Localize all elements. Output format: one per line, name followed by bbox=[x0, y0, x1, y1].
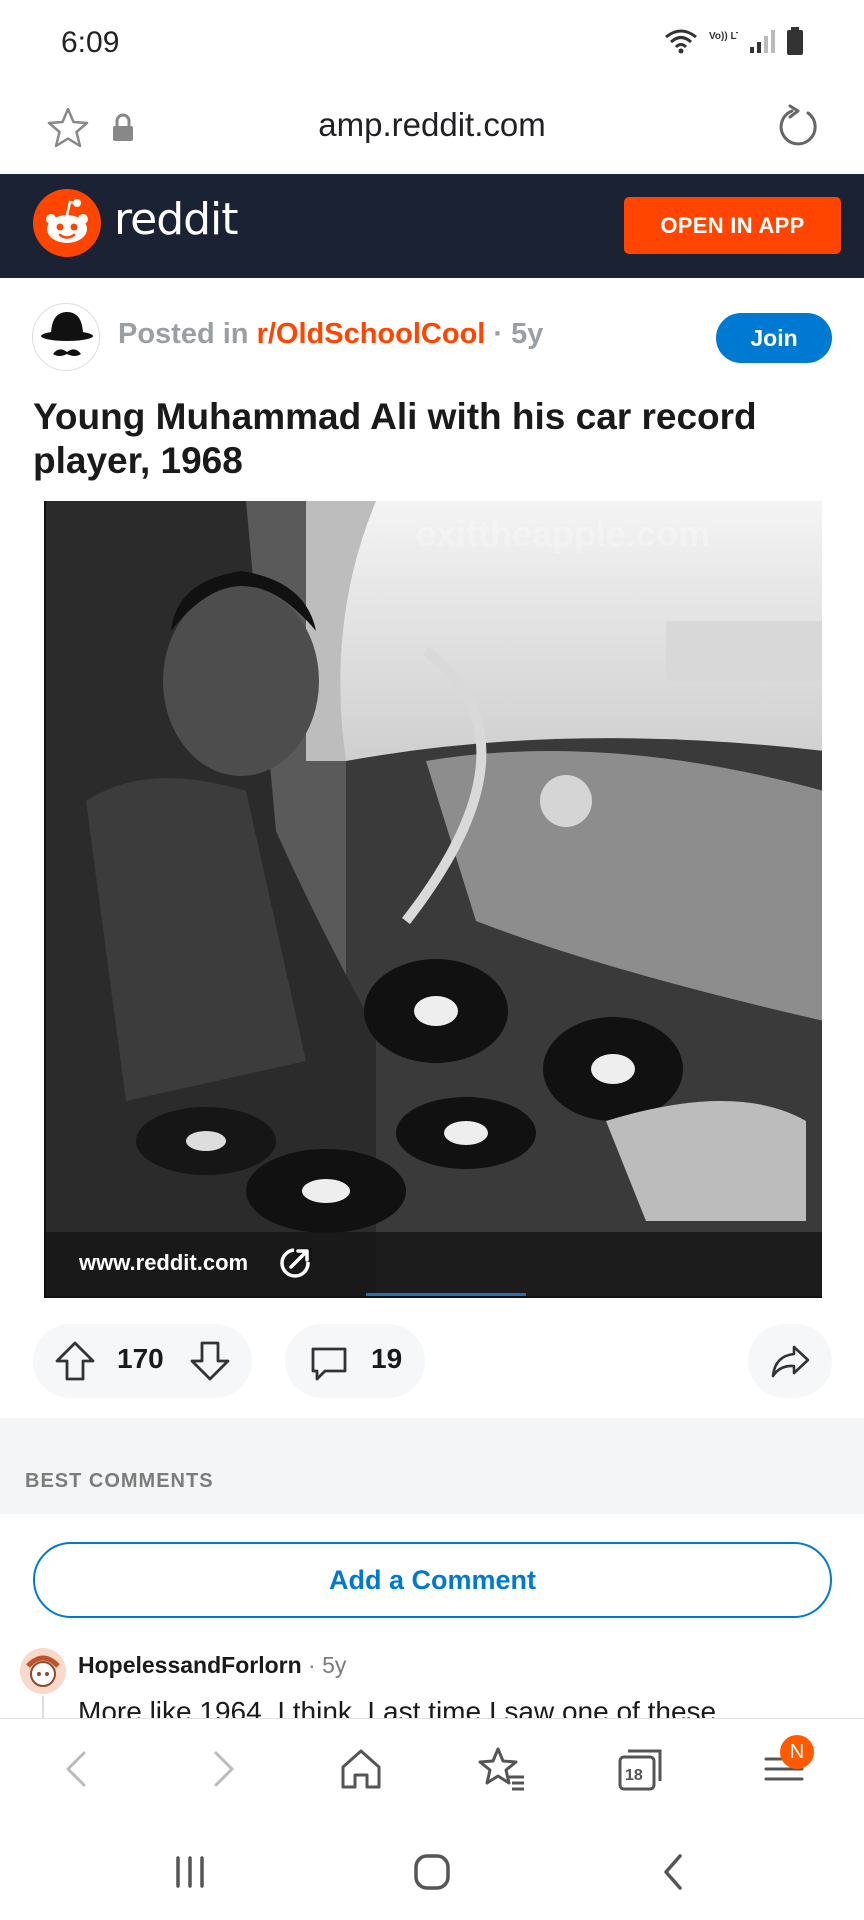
vote-controls: 170 bbox=[33, 1324, 252, 1398]
network-type-label: Vo)) LTE bbox=[709, 31, 738, 42]
back-icon[interactable] bbox=[52, 1743, 104, 1795]
reddit-header: reddit OPEN IN APP bbox=[0, 174, 864, 278]
open-in-app-button[interactable]: OPEN IN APP bbox=[624, 197, 841, 254]
bookmarks-icon[interactable] bbox=[476, 1743, 528, 1795]
post-age: · 5y bbox=[485, 318, 544, 350]
network-type-icon: Vo)) LTE bbox=[709, 31, 738, 42]
image-source-link[interactable]: www.reddit.com bbox=[79, 1250, 248, 1276]
snoo-avatar-icon bbox=[20, 1648, 66, 1694]
home-circle-icon[interactable] bbox=[410, 1850, 454, 1894]
status-icons: Vo)) LTE bbox=[664, 26, 804, 56]
tabs-count: 18 bbox=[625, 1767, 643, 1784]
subreddit-avatar[interactable] bbox=[32, 303, 100, 371]
bowler-hat-mustache-icon bbox=[41, 312, 93, 356]
url-field[interactable]: amp.reddit.com bbox=[0, 106, 864, 144]
comments-button[interactable]: 19 bbox=[285, 1324, 425, 1398]
comment-author-name[interactable]: HopelessandForlorn bbox=[78, 1652, 302, 1678]
comment-thread-line bbox=[42, 1696, 44, 1718]
upvote-arrow-icon[interactable] bbox=[53, 1339, 97, 1383]
browser-url-bar: amp.reddit.com bbox=[0, 86, 864, 174]
share-button[interactable] bbox=[748, 1324, 832, 1398]
menu-notification-badge: N bbox=[780, 1735, 814, 1769]
image-link-bar[interactable]: www.reddit.com bbox=[46, 1232, 822, 1296]
best-comments-header: BEST COMMENTS bbox=[0, 1418, 864, 1514]
tabs-icon[interactable]: 18 bbox=[614, 1743, 666, 1795]
wifi-icon bbox=[665, 29, 697, 54]
status-bar: 6:09 Vo)) LTE bbox=[0, 0, 864, 86]
post-image[interactable]: exittheapple.com www.reddit.com bbox=[44, 501, 822, 1298]
post-meta: Posted in r/OldSchoolCool · 5y bbox=[118, 318, 543, 351]
subreddit-link[interactable]: r/OldSchoolCool bbox=[257, 318, 486, 350]
vote-count: 170 bbox=[117, 1343, 164, 1374]
image-progress-indicator bbox=[366, 1293, 526, 1296]
home-icon[interactable] bbox=[335, 1743, 387, 1795]
post-title[interactable]: Young Muhammad Ali with his car record p… bbox=[33, 395, 833, 483]
reload-icon[interactable] bbox=[772, 102, 824, 154]
comment-count: 19 bbox=[371, 1343, 403, 1374]
comment-text: More like 1964, I think. Last time I saw… bbox=[78, 1696, 717, 1719]
system-back-icon[interactable] bbox=[652, 1850, 696, 1894]
best-comments-label: BEST COMMENTS bbox=[25, 1470, 214, 1492]
comment-age: · 5y bbox=[301, 1652, 347, 1678]
comment-author-avatar[interactable] bbox=[20, 1648, 66, 1694]
photo-illustration: exittheapple.com bbox=[46, 501, 822, 1296]
reddit-wordmark[interactable]: reddit bbox=[114, 194, 239, 245]
external-link-icon bbox=[280, 1248, 312, 1278]
downvote-arrow-icon[interactable] bbox=[188, 1339, 232, 1383]
join-button[interactable]: Join bbox=[716, 313, 832, 363]
forward-icon[interactable] bbox=[196, 1743, 248, 1795]
battery-icon bbox=[787, 27, 803, 55]
image-watermark: exittheapple.com bbox=[416, 513, 710, 554]
comment-author: HopelessandForlorn · 5y bbox=[78, 1652, 346, 1679]
system-navigation-bar bbox=[0, 1816, 864, 1920]
reddit-logo-icon[interactable] bbox=[33, 189, 101, 257]
browser-toolbar: 18 N bbox=[0, 1718, 864, 1816]
share-arrow-icon bbox=[771, 1345, 810, 1378]
add-comment-button[interactable]: Add a Comment bbox=[33, 1542, 832, 1618]
status-time: 6:09 bbox=[61, 26, 120, 59]
comment-bubble-icon bbox=[311, 1347, 347, 1381]
posted-in-label: Posted in bbox=[118, 318, 257, 350]
recents-icon[interactable] bbox=[168, 1850, 212, 1894]
signal-icon bbox=[750, 30, 775, 53]
